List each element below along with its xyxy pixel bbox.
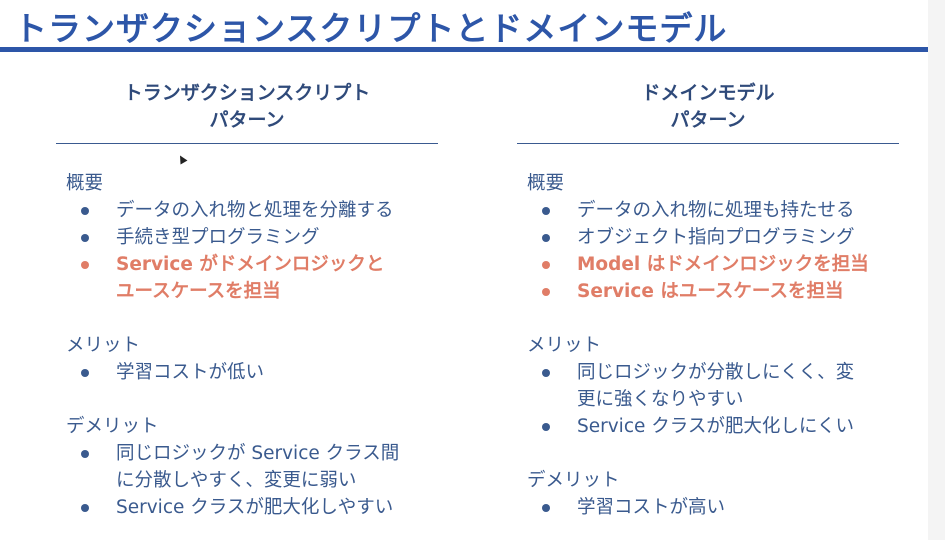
demerit-list: 同じロジックが Service クラス間 に分散しやすく、変更に弱い Servi… (56, 440, 438, 521)
demerit-title: デメリット (66, 416, 159, 437)
bullet-icon (81, 261, 89, 269)
bullet-icon (81, 369, 89, 377)
list-item: 学習コストが低い (81, 359, 438, 386)
merit-title: メリット (527, 335, 602, 356)
list-item-highlight: Model はドメインロジックを担当 (542, 251, 899, 278)
overview-title: 概要 (66, 173, 104, 194)
column-heading-line1: ドメインモデル (641, 82, 775, 104)
window-edge (928, 0, 945, 540)
list-item-highlight: Service がドメインロジックと ユースケースを担当 (81, 251, 438, 305)
list-item: 同じロジックが Service クラス間 に分散しやすく、変更に弱い (81, 440, 438, 494)
column-heading: トランザクションスクリプト パターン (56, 80, 438, 134)
list-item: Service クラスが肥大化しにくい (542, 413, 899, 440)
bullet-icon (81, 234, 89, 242)
column-heading: ドメインモデル パターン (517, 80, 899, 134)
transaction-script-column: トランザクションスクリプト パターン 概要 データの入れ物と処理を分離する 手続… (56, 80, 438, 521)
list-item: 手続き型プログラミング (81, 224, 438, 251)
bullet-icon (542, 234, 550, 242)
slide-title: トランザクションスクリプトとドメインモデル (14, 9, 728, 48)
merit-list: 学習コストが低い (56, 359, 438, 386)
bullet-icon (542, 261, 550, 269)
bullet-icon (81, 207, 89, 215)
overview-list: データの入れ物に処理も持たせる オブジェクト指向プログラミング Model はド… (517, 197, 899, 305)
demerit-title: デメリット (527, 470, 620, 491)
column-heading-line2: パターン (670, 109, 746, 131)
bullet-icon (542, 207, 550, 215)
bullet-icon (542, 504, 550, 512)
domain-model-column: ドメインモデル パターン 概要 データの入れ物に処理も持たせる オブジェクト指向… (517, 80, 899, 521)
bullet-icon (81, 450, 89, 458)
merit-list: 同じロジックが分散しにくく、変 更に強くなりやすい Service クラスが肥大… (517, 359, 899, 440)
list-item-highlight: Service はユースケースを担当 (542, 278, 899, 305)
list-item: Service クラスが肥大化しやすい (81, 494, 438, 521)
overview-list: データの入れ物と処理を分離する 手続き型プログラミング Service がドメイ… (56, 197, 438, 305)
list-item: データの入れ物と処理を分離する (81, 197, 438, 224)
bullet-icon (542, 288, 550, 296)
overview-title: 概要 (527, 173, 565, 194)
list-item: データの入れ物に処理も持たせる (542, 197, 899, 224)
bullet-icon (542, 369, 550, 377)
list-item: オブジェクト指向プログラミング (542, 224, 899, 251)
column-heading-line1: トランザクションスクリプト (123, 82, 371, 104)
bullet-icon (81, 504, 89, 512)
bullet-icon (542, 423, 550, 431)
merit-title: メリット (66, 335, 141, 356)
title-underline (0, 47, 928, 52)
list-item: 学習コストが高い (542, 494, 899, 521)
demerit-list: 学習コストが高い (517, 494, 899, 521)
column-heading-line2: パターン (209, 109, 285, 131)
list-item: 同じロジックが分散しにくく、変 更に強くなりやすい (542, 359, 899, 413)
